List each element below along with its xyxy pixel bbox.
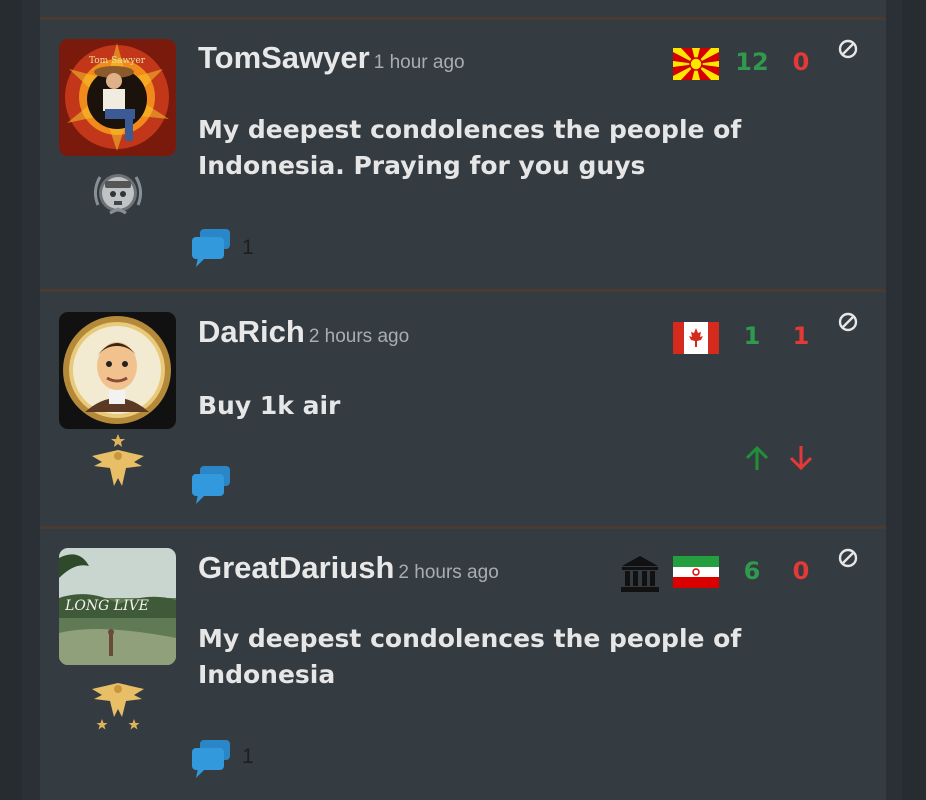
block-icon[interactable]	[838, 312, 858, 332]
avatar-tomsawyer[interactable]: Tom Sawyer	[59, 39, 176, 156]
right-gutter	[886, 0, 926, 800]
rank-badge-eagle-stars	[88, 671, 148, 731]
upvote-count: 6	[743, 557, 761, 585]
username-label[interactable]: GreatDariush	[198, 550, 394, 585]
post-timestamp: 1 hour ago	[373, 52, 465, 73]
reply-bubble-icon[interactable]	[190, 464, 234, 504]
username-darich[interactable]: DaRich 2 hours ago	[198, 314, 409, 350]
reply-count: 1	[242, 745, 254, 768]
downvote-count: 0	[792, 557, 810, 585]
comments-feed[interactable]: Tom Sawyer TomSawyer 1 hour ago 12 0 My …	[40, 0, 886, 800]
reply-bubble-icon[interactable]	[190, 738, 234, 778]
left-gutter	[0, 0, 40, 800]
avatar-darich[interactable]	[59, 312, 176, 429]
rank-badge-skull	[88, 163, 148, 223]
username-label[interactable]: DaRich	[198, 314, 305, 349]
avatar-greatdariush[interactable]: LONG LIVE	[59, 548, 176, 665]
rank-badge-eagle	[88, 432, 148, 492]
flag-north-macedonia-icon	[673, 48, 719, 80]
app-screen: Tom Sawyer TomSawyer 1 hour ago 12 0 My …	[0, 0, 926, 800]
post-timestamp: 2 hours ago	[398, 562, 499, 583]
downvote-count: 1	[792, 322, 810, 350]
block-icon[interactable]	[838, 548, 858, 568]
reply-count: 1	[242, 236, 254, 259]
username-label[interactable]: TomSawyer	[198, 40, 370, 75]
avatar-caption-tomsawyer: Tom Sawyer	[89, 56, 146, 66]
upvote-count: 12	[735, 48, 769, 76]
username-greatdariush[interactable]: GreatDariush 2 hours ago	[198, 550, 499, 586]
flag-canada-icon	[673, 322, 719, 354]
government-building-icon	[620, 554, 660, 594]
comment-post-tomsawyer: Tom Sawyer TomSawyer 1 hour ago 12 0 My …	[40, 20, 886, 290]
upvote-arrow-icon[interactable]	[743, 444, 771, 472]
comment-text: My deepest condolences the people of Ind…	[198, 624, 742, 689]
comment-post-darich: DaRich 2 hours ago 1 1 Buy 1k air	[40, 292, 886, 528]
post-timestamp: 2 hours ago	[308, 326, 410, 347]
username-tomsawyer[interactable]: TomSawyer 1 hour ago	[198, 40, 465, 76]
comment-text: My deepest condolences the people of Ind…	[198, 115, 742, 180]
downvote-arrow-icon[interactable]	[787, 444, 815, 472]
avatar-caption-greatdariush: LONG LIVE	[64, 598, 149, 614]
comment-post-greatdariush: LONG LIVE GreatDariush 2 hours ago 6 0 M…	[40, 529, 886, 800]
block-icon[interactable]	[838, 39, 858, 59]
comment-text: Buy 1k air	[198, 391, 341, 420]
downvote-count: 0	[792, 48, 810, 76]
flag-iran-icon	[673, 556, 719, 588]
upvote-count: 1	[743, 322, 761, 350]
reply-bubble-icon[interactable]	[190, 227, 234, 267]
